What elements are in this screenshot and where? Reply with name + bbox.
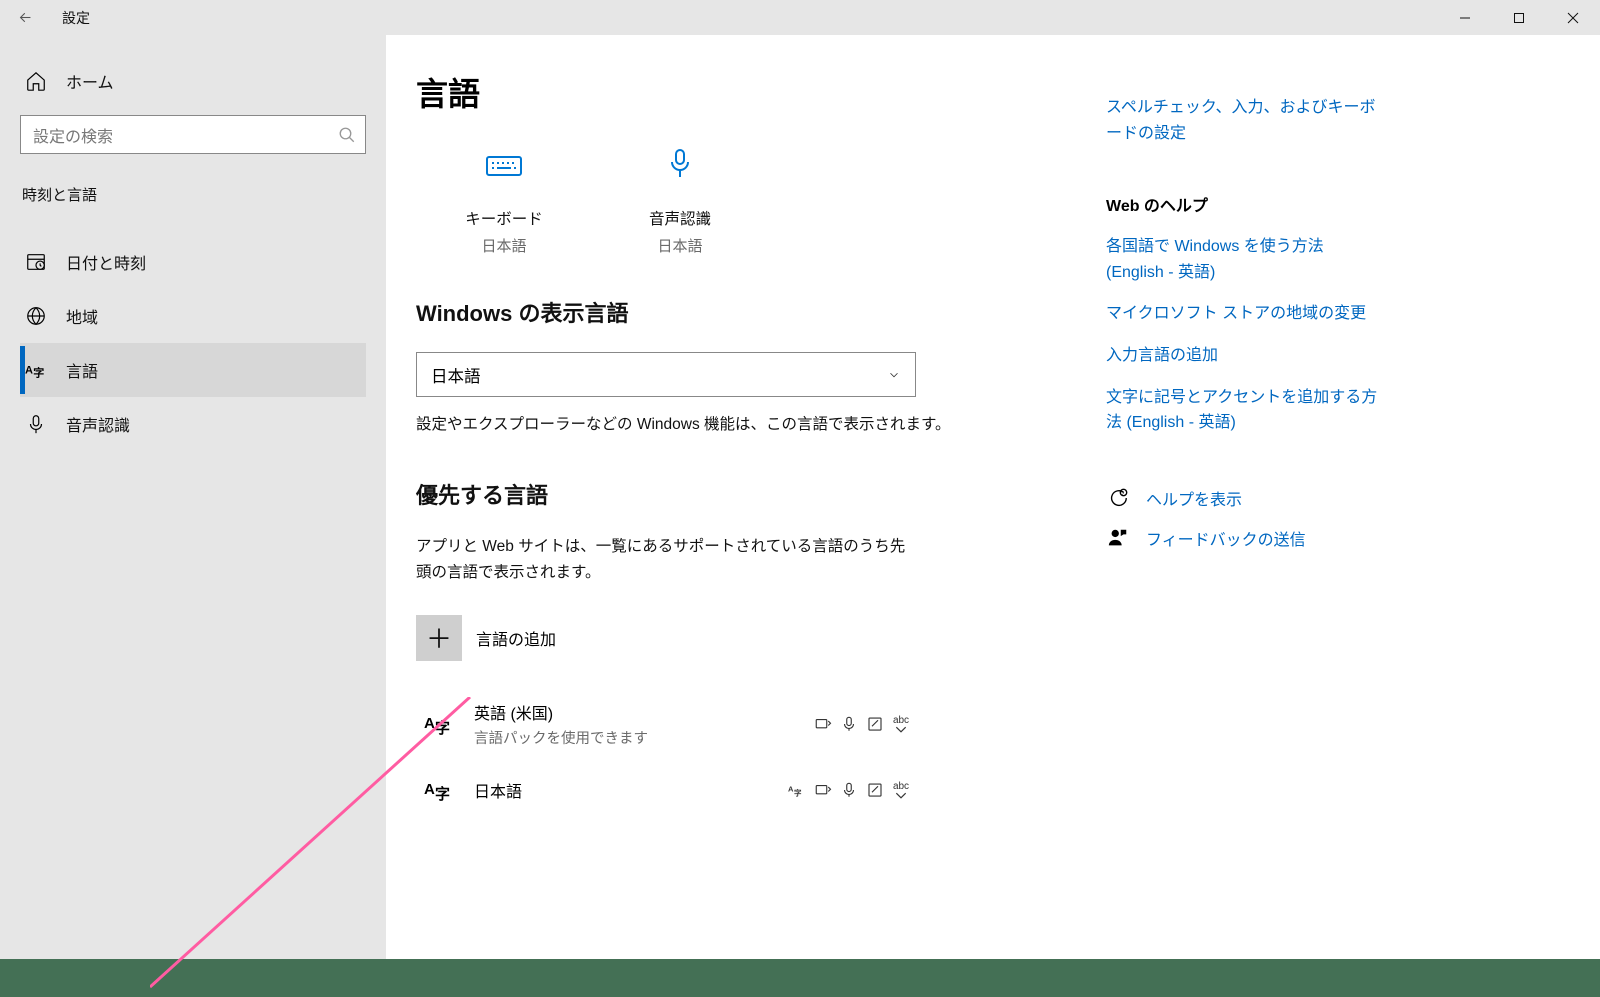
language-name: 日本語 [474,778,788,802]
tile-speech[interactable]: 音声認識 日本語 [592,149,768,256]
sidebar-item-label: 地域 [66,304,98,328]
feedback-link[interactable]: フィードバックの送信 [1106,526,1386,550]
maximize-button[interactable] [1492,0,1546,35]
svg-text:字: 字 [33,365,44,379]
sidebar-item-label: 言語 [66,358,98,382]
tile-sublabel: 日本語 [481,235,526,256]
language-name: 英語 (米国) [474,700,814,724]
link-windows-languages[interactable]: 各国語で Windows を使う方法 (English - 英語) [1106,234,1386,285]
handwriting-icon [866,715,884,733]
link-add-input-lang[interactable]: 入力言語の追加 [1106,343,1386,369]
display-lang-icon: A字 [788,781,806,799]
help-bubble-icon: ? [1106,486,1130,510]
svg-text:字: 字 [435,785,450,803]
close-button[interactable] [1546,0,1600,35]
right-panel: スペルチェック、入力、およびキーボードの設定 Web のヘルプ 各国語で Win… [1106,35,1406,959]
language-icon: A字 [424,709,454,739]
sidebar-category: 時刻と言語 [20,184,366,205]
preferred-description: アプリと Web サイトは、一覧にあるサポートされている言語のうち先頭の言語で表… [416,534,916,587]
handwriting-icon [866,781,884,799]
globe-icon [24,304,48,328]
svg-text:A: A [788,784,794,793]
section-heading-display-lang: Windows の表示言語 [416,296,1076,328]
svg-text:字: 字 [435,719,450,737]
tile-label: 音声認識 [649,207,711,229]
search-input[interactable]: 設定の検索 [20,115,366,154]
content-area: ホーム 設定の検索 時刻と言語 日付と時刻 地域 A字 言語 音声認識 [0,35,1600,959]
display-lang-hint: 設定やエクスプローラーなどの Windows 機能は、この言語で表示されます。 [416,412,1076,434]
arrow-left-icon [17,9,34,26]
svg-text:A: A [424,781,435,798]
language-item-japanese[interactable]: A字 日本語 A字 abc [416,757,916,823]
language-item-text: 英語 (米国) 言語パックを使用できます [474,700,814,748]
feedback-label: フィードバックの送信 [1146,526,1306,550]
help-link[interactable]: ? ヘルプを表示 [1106,486,1386,510]
svg-text:?: ? [1121,491,1124,497]
svg-text:A: A [424,715,435,732]
svg-text:字: 字 [794,787,802,797]
web-help-heading: Web のヘルプ [1106,192,1386,216]
sidebar-item-speech[interactable]: 音声認識 [20,397,366,451]
speech-icon [840,715,858,733]
speech-icon [840,781,858,799]
search-icon [338,126,356,144]
link-spell-check-settings[interactable]: スペルチェック、入力、およびキーボードの設定 [1106,95,1386,146]
sidebar-item-region[interactable]: 地域 [20,289,366,343]
back-button[interactable] [0,0,50,35]
sidebar-home-label: ホーム [66,69,114,93]
display-language-select[interactable]: 日本語 [416,352,916,397]
text-to-speech-icon [814,715,832,733]
language-item-english-us[interactable]: A字 英語 (米国) 言語パックを使用できます abc [416,691,916,757]
svg-text:A: A [25,365,33,377]
add-language-button[interactable]: ＋ 言語の追加 [416,615,1076,661]
link-add-accents[interactable]: 文字に記号とアクセントを追加する方法 (English - 英語) [1106,385,1386,436]
plus-icon: ＋ [416,615,462,661]
tile-keyboard[interactable]: キーボード 日本語 [416,149,592,256]
text-to-speech-icon [814,781,832,799]
titlebar: 設定 [0,0,1600,35]
chevron-down-icon [887,368,901,382]
search-placeholder: 設定の検索 [33,123,338,147]
home-icon [24,69,48,93]
language-icon: A字 [24,358,48,382]
abc-icon: abc [892,781,910,799]
select-value: 日本語 [431,363,887,387]
language-feature-badges: A字 abc [788,781,916,799]
language-sub: 言語パックを使用できます [474,727,814,748]
language-feature-badges: abc [814,715,916,733]
language-overview-tiles: キーボード 日本語 音声認識 日本語 [416,149,1076,256]
window-title: 設定 [62,8,90,28]
microphone-icon [24,412,48,436]
section-heading-preferred: 優先する言語 [416,478,1076,510]
main-area: 言語 キーボード 日本語 音声認識 日本語 Windows の表示言語 [386,35,1600,959]
window-controls [1438,0,1600,35]
add-language-label: 言語の追加 [476,626,556,650]
abc-icon: abc [892,715,910,733]
language-icon: A字 [424,775,454,805]
page-title: 言語 [416,69,1076,115]
keyboard-icon [485,149,523,179]
page: 言語 キーボード 日本語 音声認識 日本語 Windows の表示言語 [386,35,1106,959]
tile-label: キーボード [465,207,543,229]
sidebar-item-label: 音声認識 [66,412,130,436]
settings-window: 設定 ホーム 設定の検索 時刻と言語 日付と時刻 [0,0,1600,959]
microphone-icon [666,149,694,179]
feedback-icon [1106,526,1130,550]
help-label: ヘルプを表示 [1146,486,1242,510]
language-item-text: 日本語 [474,778,788,802]
link-store-region[interactable]: マイクロソフト ストアの地域の変更 [1106,301,1386,327]
sidebar-item-date-time[interactable]: 日付と時刻 [20,235,366,289]
sidebar-item-label: 日付と時刻 [66,250,146,274]
sidebar-item-language[interactable]: A字 言語 [20,343,366,397]
sidebar-home[interactable]: ホーム [20,59,366,103]
tile-sublabel: 日本語 [657,235,702,256]
calendar-clock-icon [24,250,48,274]
sidebar: ホーム 設定の検索 時刻と言語 日付と時刻 地域 A字 言語 音声認識 [0,35,386,959]
minimize-button[interactable] [1438,0,1492,35]
